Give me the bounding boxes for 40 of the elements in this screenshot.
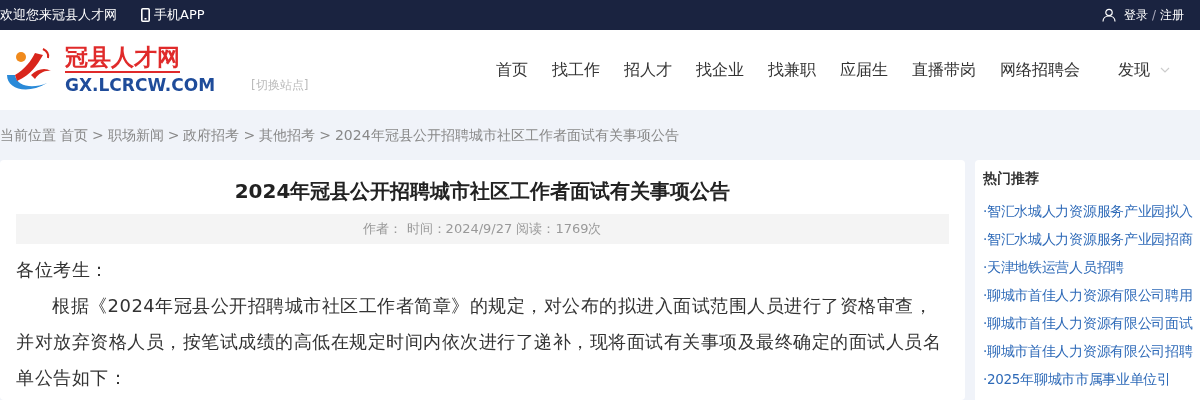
mobile-app-link[interactable]: 手机APP	[141, 5, 205, 25]
sidebar-link[interactable]: ·天津地铁运营人员招聘	[983, 253, 1192, 281]
welcome-text: 欢迎您来冠县人才网	[0, 6, 117, 25]
nav-link[interactable]: 网络招聘会	[1000, 58, 1080, 82]
separator-text: /	[1151, 7, 1156, 24]
sidebar-link[interactable]: ·智汇水城人力资源服务产业园招商	[983, 225, 1192, 253]
greeting-text: 各位考生：	[16, 258, 110, 282]
logo-domain: GX.LCRCW.COM	[65, 77, 216, 94]
breadcrumb-prefix: 当前位置	[0, 125, 56, 145]
nav-link[interactable]: 找企业	[696, 58, 744, 82]
logo-title: 冠县人才网	[65, 46, 180, 73]
nav-link[interactable]: 首页	[496, 58, 528, 82]
phone-icon	[141, 8, 150, 22]
sidebar-link[interactable]: ·智汇水城人力资源服务产业园拟入	[983, 197, 1192, 225]
sidebar-link[interactable]: ·聊城市首佳人力资源有限公司招聘	[983, 337, 1192, 365]
sidebar-link[interactable]: ·2025年聊城市市属事业单位引	[983, 365, 1192, 393]
article-meta: 作者： 时间：2024/9/27 阅读：1769次	[16, 214, 949, 244]
user-icon	[1101, 8, 1116, 22]
nav-link[interactable]: 找兼职	[768, 58, 816, 82]
sidebar-link[interactable]: ·聊城市首佳人力资源有限公司面试	[983, 309, 1192, 337]
breadcrumb-link[interactable]: 职场新闻	[107, 124, 164, 146]
nav-link[interactable]: 招人才	[624, 58, 672, 82]
breadcrumb-separator: >	[243, 125, 256, 145]
breadcrumb-separator: >	[167, 125, 180, 145]
breadcrumb-separator: >	[319, 125, 331, 145]
login-link[interactable]: 登录	[1123, 6, 1148, 24]
nav-link[interactable]: 应届生	[840, 58, 888, 82]
breadcrumb-link[interactable]: 其他招考	[259, 124, 316, 146]
article-title: 2024年冠县公开招聘城市社区工作者面试有关事项公告	[233, 178, 732, 205]
article-paragraph: 根据《2024年冠县公开招聘城市社区工作者简章》的规定，对公布的拟进入面试范围人员进行了资格审查，并对放弃资格人员，按笔试成绩的高低在规定时间内依次进行了递补，现将面试有关事项及最终确定的面试人员名单公告如下：	[16, 294, 942, 390]
nav-link[interactable]: 找工作	[552, 58, 600, 82]
register-link[interactable]: 注册	[1160, 6, 1184, 24]
nav-link[interactable]: 发现	[1118, 58, 1170, 82]
breadcrumb-link[interactable]: 首页	[60, 124, 88, 146]
sidebar-link[interactable]: ·聊城市首佳人力资源有限公司聘用	[983, 281, 1192, 309]
breadcrumb-separator: >	[92, 125, 104, 145]
breadcrumb-link[interactable]: 政府招考	[183, 124, 240, 146]
sidebar-title: 热门推荐	[983, 169, 1040, 188]
nav-link[interactable]: 直播带岗	[912, 58, 976, 82]
breadcrumb-link[interactable]: 2024年冠县公开招聘城市社区工作者面试有关事项公告	[334, 124, 679, 146]
